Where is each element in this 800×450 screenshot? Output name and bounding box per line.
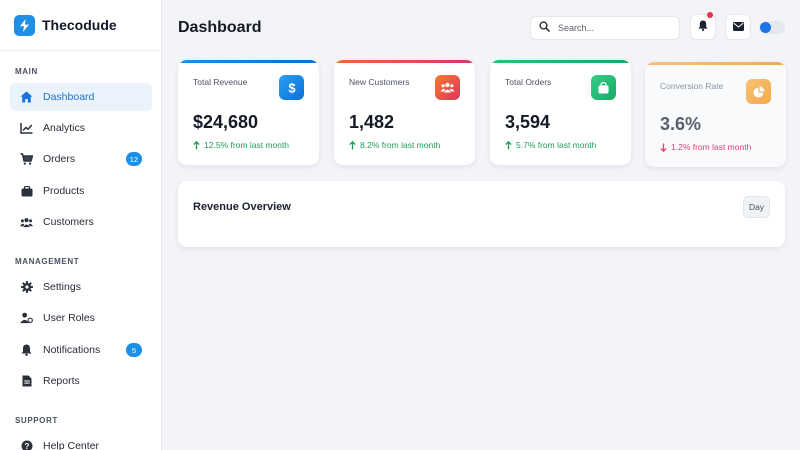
orders-badge: 12 [125, 152, 142, 166]
pie-chart-icon [746, 79, 771, 104]
sidebar-item-reports[interactable]: Reports [10, 367, 152, 395]
search-box[interactable] [530, 16, 680, 40]
home-icon [20, 91, 33, 104]
card-change-text: 12.5% from last month [204, 140, 290, 150]
sidebar-item-products[interactable]: Products [10, 177, 152, 205]
notification-dot [707, 12, 713, 18]
sidebar-item-customers[interactable]: Customers [10, 208, 152, 236]
card-accent-bar [334, 60, 475, 63]
sidebar-item-label: Reports [43, 375, 80, 387]
card-accent-bar [645, 62, 786, 65]
card-change: 1.2% from last month [660, 142, 751, 152]
users-icon [435, 75, 460, 100]
arrow-down-icon [660, 143, 667, 152]
section-label-main: MAIN [15, 67, 38, 76]
toggle-knob [760, 22, 771, 33]
card-accent-bar [490, 60, 631, 63]
revenue-overview-panel: Revenue Overview Day [178, 181, 785, 247]
sidebar-item-settings[interactable]: Settings [10, 273, 152, 301]
sidebar-item-label: Notifications [43, 344, 101, 356]
card-change: 12.5% from last month [193, 140, 289, 150]
panel-title: Revenue Overview [193, 201, 291, 213]
bell-icon [698, 18, 708, 36]
chart-line-icon [20, 122, 33, 135]
sidebar-item-user-roles[interactable]: User Roles [10, 304, 152, 332]
stat-card-total-revenue: Total Revenue $ $24,680 12.5% from last … [178, 60, 319, 165]
sidebar-item-label: Help Center [43, 440, 100, 450]
card-value: 3.6% [660, 114, 702, 134]
card-label: Total Revenue [193, 77, 248, 87]
sidebar-item-label: Orders [43, 153, 76, 165]
envelope-icon [732, 18, 744, 36]
lightning-bolt-icon [14, 14, 35, 36]
search-input[interactable] [558, 23, 668, 33]
card-label: Total Orders [505, 77, 552, 87]
sidebar-item-label: Customers [43, 216, 94, 228]
card-value: 3,594 [505, 112, 551, 132]
card-value: 1,482 [349, 112, 395, 132]
brand[interactable]: Thecodude [0, 0, 161, 51]
sidebar-item-label: Products [43, 185, 85, 197]
card-change: 5.7% from last month [505, 140, 596, 150]
brand-name: Thecodude [42, 17, 117, 33]
sidebar-item-analytics[interactable]: Analytics [10, 114, 152, 142]
stat-card-new-customers: New Customers 1,482 8.2% from last month [334, 60, 475, 165]
sidebar-item-label: Analytics [43, 122, 86, 134]
stat-card-total-orders: Total Orders 3,594 5.7% from last month [490, 60, 631, 165]
notifications-button[interactable] [690, 12, 716, 40]
card-label: New Customers [349, 77, 410, 87]
page-title: Dashboard [178, 19, 262, 36]
user-role-icon [20, 312, 33, 325]
svg-text:?: ? [24, 442, 29, 450]
svg-text:$: $ [288, 81, 296, 95]
arrow-up-icon [193, 140, 200, 149]
document-icon [20, 375, 33, 388]
section-label-management: MANAGEMENT [15, 257, 80, 266]
arrow-up-icon [349, 140, 356, 149]
period-day-button[interactable]: Day [743, 196, 770, 218]
sidebar-item-label: Dashboard [43, 91, 95, 103]
gear-icon [20, 281, 33, 294]
users-icon [20, 216, 33, 229]
dollar-icon: $ [279, 75, 304, 100]
sidebar-item-label: Settings [43, 281, 81, 293]
section-label-support: SUPPORT [15, 416, 58, 425]
shopping-bag-icon [591, 75, 616, 100]
arrow-up-icon [505, 140, 512, 149]
bell-icon [20, 344, 33, 357]
card-change: 8.2% from last month [349, 140, 440, 150]
theme-toggle[interactable] [759, 21, 785, 34]
sidebar: Thecodude MAIN Dashboard Analytics Order… [0, 0, 162, 450]
sidebar-item-orders[interactable]: Orders 12 [10, 145, 152, 173]
sidebar-item-label: User Roles [43, 312, 95, 324]
card-change-text: 8.2% from last month [360, 140, 441, 150]
card-accent-bar [178, 60, 319, 63]
card-label: Conversion Rate [660, 81, 724, 91]
sidebar-item-notifications[interactable]: Notifications 5 [10, 336, 152, 364]
box-icon [20, 185, 33, 198]
notifications-badge: 5 [126, 343, 142, 357]
card-change-text: 5.7% from last month [516, 140, 597, 150]
sidebar-item-dashboard[interactable]: Dashboard [10, 83, 152, 111]
messages-button[interactable] [725, 14, 751, 40]
stat-card-conversion-rate: Conversion Rate 3.6% 1.2% from last mont… [645, 62, 786, 167]
help-icon: ? [20, 440, 33, 450]
card-value: $24,680 [193, 112, 259, 132]
card-change-text: 1.2% from last month [671, 142, 752, 152]
search-icon [539, 19, 550, 37]
sidebar-item-help-center[interactable]: ? Help Center [10, 432, 152, 450]
cart-icon [20, 153, 33, 166]
